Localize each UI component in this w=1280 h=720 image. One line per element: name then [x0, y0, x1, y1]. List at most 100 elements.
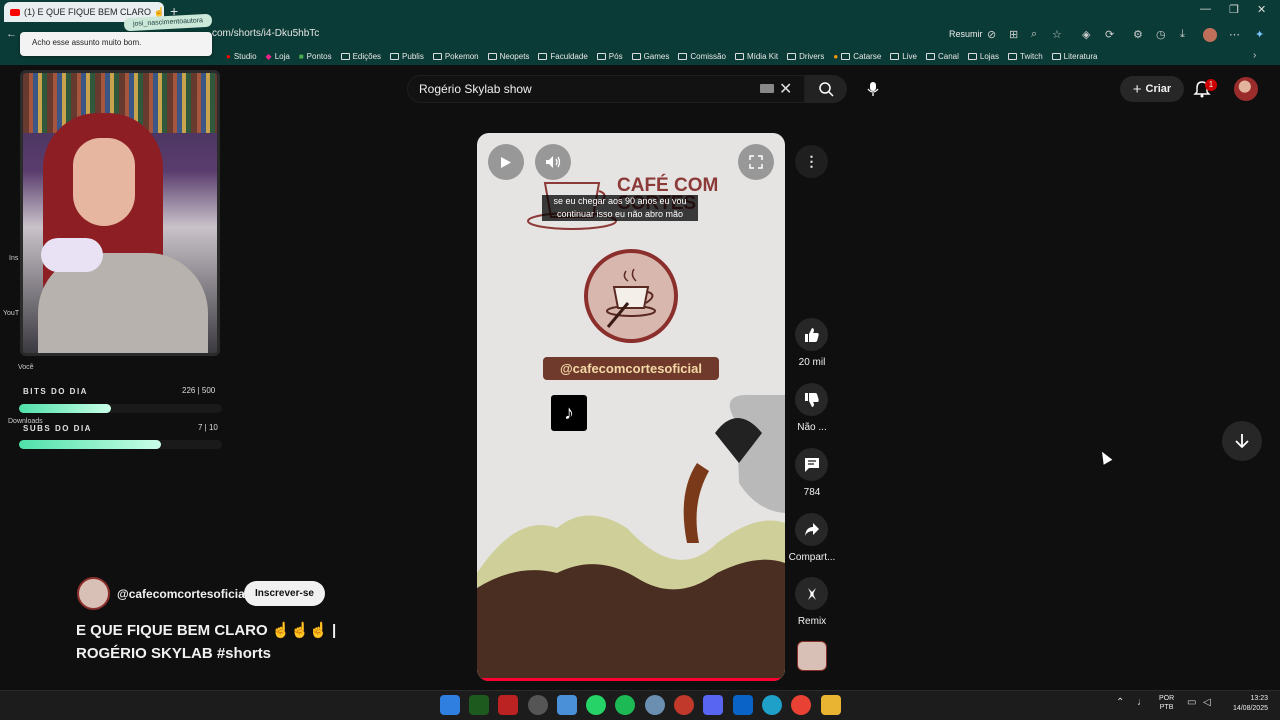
spotify-icon[interactable] — [615, 695, 635, 715]
bookmark-twitch[interactable]: Twitch — [1008, 52, 1043, 61]
minimize-button[interactable]: — — [1200, 3, 1211, 15]
app-icon[interactable] — [528, 695, 548, 715]
clear-search-icon[interactable]: ✕ — [779, 79, 792, 99]
account-avatar[interactable] — [1234, 77, 1258, 101]
speaker-icon[interactable]: ◁ — [1203, 697, 1211, 708]
fullscreen-button[interactable] — [738, 144, 774, 180]
playback-progress[interactable] — [477, 678, 785, 681]
next-short-button[interactable] — [1222, 421, 1262, 461]
language-indicator[interactable]: POR PTB — [1159, 694, 1174, 712]
copilot-icon[interactable]: ✦ — [1255, 28, 1264, 41]
notepad-icon[interactable] — [557, 695, 577, 715]
bookmark-pokemon[interactable]: Pokemon — [432, 52, 479, 61]
share-icon — [804, 522, 819, 536]
tray-chevron-icon[interactable]: ⌃ — [1116, 697, 1124, 708]
history-icon[interactable]: ◷ — [1156, 28, 1166, 41]
share-button[interactable] — [795, 513, 828, 546]
play-button[interactable] — [488, 144, 524, 180]
shop-icon: ◆ — [265, 52, 272, 61]
tray-mic-icon[interactable]: ♩ — [1137, 697, 1147, 708]
bookmark-games[interactable]: Games — [631, 52, 669, 61]
bookmark-literatura[interactable]: Literatura — [1051, 52, 1097, 61]
sidebar-label[interactable]: Ins — [9, 255, 18, 262]
translate-icon[interactable]: ⊘ — [987, 28, 996, 41]
maximize-button[interactable]: ❐ — [1229, 3, 1239, 16]
profile-avatar-icon[interactable] — [1203, 28, 1217, 42]
folder-icon — [734, 53, 744, 60]
bookmark-faculdade[interactable]: Faculdade — [538, 52, 588, 61]
bookmark-catarse[interactable]: ● Catarse — [833, 52, 881, 61]
folder-icon — [340, 53, 350, 60]
display-icon[interactable]: ▭ — [1187, 697, 1196, 708]
bookmarks-chevron-icon[interactable]: › — [1253, 50, 1256, 61]
remix-button[interactable] — [795, 577, 828, 610]
bits-label: BITS DO DIA — [23, 387, 88, 396]
back-icon[interactable]: ← — [6, 28, 17, 40]
remix-label: Remix — [797, 616, 827, 627]
channel-name[interactable]: @cafecomcortesoficial — [117, 587, 248, 601]
bookmark-canal[interactable]: Canal — [925, 52, 959, 61]
file-explorer-icon[interactable] — [821, 695, 841, 715]
sound-thumbnail[interactable] — [797, 641, 827, 671]
bookmark-loja[interactable]: ◆ Loja — [266, 52, 290, 61]
system-clock[interactable]: 13:23 14/08/2025 — [1222, 694, 1268, 714]
bookmark-live[interactable]: Live — [890, 52, 917, 61]
app-icon[interactable] — [645, 695, 665, 715]
folder-icon — [925, 53, 935, 60]
start-icon[interactable] — [440, 695, 460, 715]
subscribe-button[interactable]: Inscrever-se — [244, 581, 325, 606]
voice-search-button[interactable] — [858, 75, 888, 103]
bits-track — [19, 404, 222, 413]
share-label: Compart... — [788, 552, 836, 563]
keyboard-icon[interactable] — [760, 84, 774, 93]
bookmark-publis[interactable]: Publis — [390, 52, 424, 61]
more-options-button[interactable]: ⋮ — [795, 145, 828, 178]
extension-icon[interactable]: ◈ — [1082, 28, 1090, 41]
sidebar-label[interactable]: Você — [18, 364, 34, 371]
bookmark-midia-kit[interactable]: Mídia Kit — [734, 52, 778, 61]
bookmark-pontos[interactable]: ■ Pontos — [299, 52, 332, 61]
app-icon[interactable] — [498, 695, 518, 715]
download-icon[interactable]: ⤓ — [1180, 28, 1185, 41]
bookmark-pos[interactable]: Pós — [596, 52, 623, 61]
whatsapp-icon[interactable] — [586, 695, 606, 715]
sidebar-label[interactable]: YouT — [3, 310, 19, 317]
bookmark-lojas[interactable]: Lojas — [967, 52, 999, 61]
bookmark-edicoes[interactable]: Edições — [340, 52, 381, 61]
comments-button[interactable] — [795, 448, 828, 481]
dislike-button[interactable] — [795, 383, 828, 416]
folder-icon — [841, 53, 851, 60]
bookmark-comissao[interactable]: Comissão — [678, 52, 726, 61]
channel-avatar[interactable] — [77, 577, 110, 610]
webcam-overlay — [20, 70, 220, 356]
outlook-icon[interactable] — [733, 695, 753, 715]
zoom-icon[interactable]: ⌕ — [1031, 28, 1037, 41]
resumir-button[interactable]: Resumir — [949, 29, 983, 39]
youtube-favicon-icon — [10, 8, 20, 16]
volume-button[interactable] — [535, 144, 571, 180]
tab-title: (1) E QUE FIQUE BEM CLARO ☝☝ — [24, 6, 164, 17]
subs-value: 7 | 10 — [198, 423, 218, 432]
shorts-player[interactable]: CAFÉ COM CORTES se eu chegar aos 90 anos… — [477, 133, 785, 681]
address-bar[interactable]: com/shorts/i4-Dku5hbTc — [200, 26, 1080, 45]
chrome-icon[interactable] — [791, 695, 811, 715]
create-button[interactable]: + Criar — [1120, 76, 1184, 102]
microphone-icon — [867, 82, 879, 96]
edge-icon[interactable] — [762, 695, 782, 715]
menu-dots-icon[interactable]: ⋯ — [1229, 28, 1240, 41]
bookmark-studio[interactable]: ● Studio — [226, 52, 257, 61]
discord-icon[interactable] — [703, 695, 723, 715]
refresh-ext-icon[interactable]: ⟳ — [1105, 28, 1114, 41]
like-button[interactable] — [795, 318, 828, 351]
app-icon[interactable] — [674, 695, 694, 715]
bookmark-neopets[interactable]: Neopets — [487, 52, 529, 61]
app-icon[interactable] — [469, 695, 489, 715]
close-window-button[interactable]: ✕ — [1257, 3, 1266, 16]
favorite-star-icon[interactable]: ☆ — [1052, 28, 1062, 41]
search-input[interactable]: Rogério Skylab show — [419, 82, 532, 96]
search-button[interactable] — [805, 75, 847, 103]
notification-badge: 1 — [1205, 79, 1217, 91]
collections-icon[interactable]: ⚙ — [1133, 28, 1143, 41]
apps-icon[interactable]: ⊞ — [1009, 28, 1018, 41]
bookmark-drivers[interactable]: Drivers — [787, 52, 824, 61]
